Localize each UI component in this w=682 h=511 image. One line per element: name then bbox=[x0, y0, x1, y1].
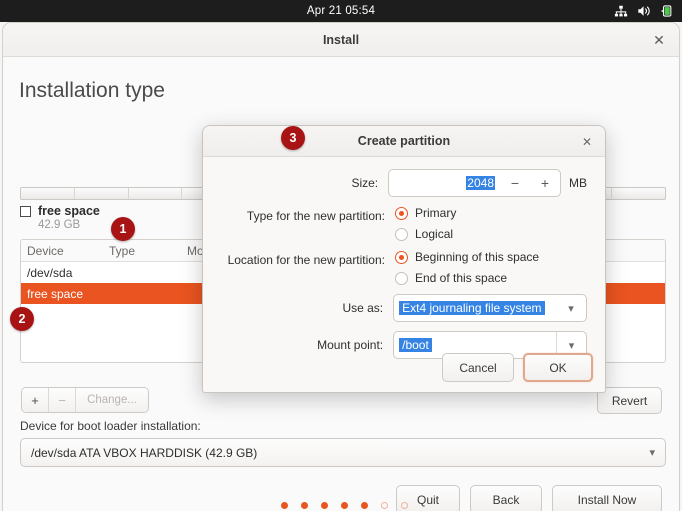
size-input[interactable]: 2048 bbox=[389, 176, 500, 190]
progress-dots bbox=[3, 502, 679, 509]
create-partition-dialog: Create partition ✕ Size: 2048 − + MB Typ… bbox=[202, 125, 606, 393]
window-title: Install bbox=[322, 32, 360, 47]
radio-option-primary[interactable]: Primary bbox=[395, 206, 456, 220]
use-as-value: Ext4 journaling file system bbox=[399, 301, 545, 315]
partition-bar-segment bbox=[21, 188, 75, 199]
mount-point-input[interactable]: /boot bbox=[394, 338, 556, 352]
column-header-type[interactable]: Type bbox=[109, 244, 187, 258]
radio-label: Beginning of this space bbox=[415, 250, 540, 264]
use-as-select[interactable]: Ext4 journaling file system ▾ bbox=[393, 294, 587, 322]
remove-partition-button[interactable]: − bbox=[49, 388, 76, 412]
size-value: 2048 bbox=[466, 176, 495, 190]
volume-icon[interactable] bbox=[637, 4, 651, 18]
partition-type-row: Type for the new partition: Primary Logi… bbox=[213, 206, 587, 241]
progress-dot bbox=[280, 502, 288, 509]
partition-location-label: Location for the new partition: bbox=[227, 253, 385, 267]
use-as-value-wrap: Ext4 journaling file system bbox=[394, 301, 556, 315]
radio-option-beginning[interactable]: Beginning of this space bbox=[395, 250, 539, 264]
change-partition-button[interactable]: Change... bbox=[76, 388, 148, 412]
partition-legend: free space 42.9 GB bbox=[20, 204, 100, 231]
ok-button[interactable]: OK bbox=[523, 353, 593, 382]
mount-point-value: /boot bbox=[399, 338, 432, 352]
size-row: Size: 2048 − + MB bbox=[213, 169, 587, 197]
network-icon[interactable] bbox=[614, 4, 628, 18]
dialog-titlebar: Create partition ✕ bbox=[203, 126, 605, 157]
mount-point-label: Mount point: bbox=[317, 338, 384, 352]
use-as-row: Use as: Ext4 journaling file system ▾ bbox=[213, 294, 587, 322]
size-unit-label: MB bbox=[569, 176, 587, 190]
cell-device: free space bbox=[27, 286, 84, 301]
close-icon[interactable]: ✕ bbox=[651, 32, 667, 48]
progress-dot bbox=[400, 502, 408, 509]
bootloader-device-value: /dev/sda ATA VBOX HARDDISK (42.9 GB) bbox=[31, 445, 258, 460]
dialog-close-icon[interactable]: ✕ bbox=[579, 134, 595, 150]
page-title: Installation type bbox=[19, 79, 165, 102]
dialog-title: Create partition bbox=[357, 134, 451, 148]
dialog-actions: Cancel OK bbox=[442, 353, 593, 382]
progress-dot bbox=[300, 502, 308, 509]
progress-dot bbox=[360, 502, 368, 509]
radio-option-end[interactable]: End of this space bbox=[395, 271, 539, 285]
add-partition-button[interactable]: + bbox=[22, 388, 49, 412]
partition-toolbar: + − Change... bbox=[21, 387, 149, 413]
partition-type-radio-group: Primary Logical bbox=[395, 206, 456, 241]
partition-bar-segment bbox=[75, 188, 129, 199]
radio-label: End of this space bbox=[415, 271, 508, 285]
size-decrement-button[interactable]: − bbox=[500, 170, 530, 196]
system-clock[interactable]: Apr 21 05:54 bbox=[307, 5, 375, 17]
system-tray bbox=[614, 0, 674, 22]
column-header-device[interactable]: Device bbox=[27, 244, 109, 258]
partition-type-label: Type for the new partition: bbox=[246, 209, 385, 223]
bootloader-device-select[interactable]: /dev/sda ATA VBOX HARDDISK (42.9 GB) ▾ bbox=[20, 438, 666, 467]
step-badge-2: 2 bbox=[10, 307, 34, 331]
use-as-label: Use as: bbox=[342, 301, 384, 315]
legend-row-free-space: free space bbox=[20, 204, 100, 218]
size-label: Size: bbox=[351, 176, 379, 190]
size-stepper[interactable]: 2048 − + bbox=[388, 169, 561, 197]
radio-icon bbox=[395, 206, 408, 220]
bootloader-label: Device for boot loader installation: bbox=[20, 419, 201, 433]
radio-icon bbox=[395, 227, 408, 241]
progress-dot bbox=[320, 502, 328, 509]
legend-label: free space bbox=[38, 204, 100, 218]
chevron-down-icon: ▾ bbox=[568, 302, 574, 315]
step-badge-1: 1 bbox=[111, 217, 135, 241]
legend-size: 42.9 GB bbox=[38, 219, 81, 231]
radio-icon bbox=[395, 250, 408, 264]
chevron-down-icon: ▾ bbox=[649, 447, 655, 459]
legend-color-swatch bbox=[20, 205, 31, 217]
partition-location-row: Location for the new partition: Beginnin… bbox=[213, 250, 587, 285]
system-topbar: Apr 21 05:54 bbox=[0, 0, 682, 22]
partition-bar-segment bbox=[129, 188, 183, 199]
battery-icon[interactable] bbox=[660, 4, 674, 18]
radio-icon bbox=[395, 271, 408, 285]
revert-button[interactable]: Revert bbox=[597, 387, 662, 414]
partition-bar-segment bbox=[612, 188, 665, 199]
dialog-body: Size: 2048 − + MB Type for the new parti… bbox=[203, 157, 605, 359]
cell-device: /dev/sda bbox=[27, 265, 73, 280]
radio-label: Logical bbox=[415, 227, 454, 241]
step-badge-3: 3 bbox=[281, 126, 305, 150]
partition-location-radio-group: Beginning of this space End of this spac… bbox=[395, 250, 539, 285]
radio-label: Primary bbox=[415, 206, 457, 220]
progress-dot bbox=[380, 502, 388, 509]
size-increment-button[interactable]: + bbox=[530, 170, 560, 196]
window-titlebar: Install ✕ bbox=[3, 23, 679, 57]
cancel-button[interactable]: Cancel bbox=[442, 353, 514, 382]
radio-option-logical[interactable]: Logical bbox=[395, 227, 456, 241]
progress-dot bbox=[340, 502, 348, 509]
